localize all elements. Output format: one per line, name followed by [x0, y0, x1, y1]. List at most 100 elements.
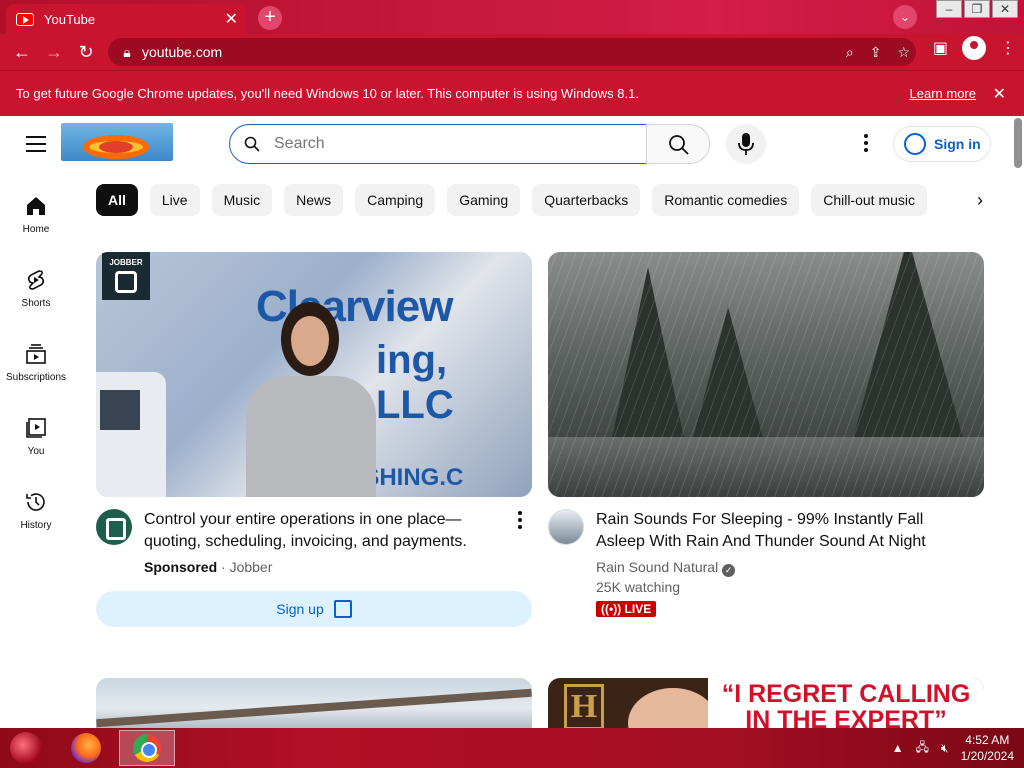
start-button[interactable]	[10, 732, 42, 764]
chip-news[interactable]: News	[284, 184, 344, 216]
thumbnail-brand-text-2: ing, LLC	[376, 338, 454, 427]
home-icon	[27, 197, 45, 215]
page-scrollbar[interactable]	[1014, 118, 1022, 168]
chevron-right-icon[interactable]: ›	[964, 184, 996, 216]
youtube-doodle-logo[interactable]	[61, 123, 173, 161]
filter-chips: All Live Music News Camping Gaming Quart…	[96, 184, 996, 216]
sign-in-label: Sign in	[934, 136, 981, 152]
firefox-icon	[71, 733, 101, 763]
live-broadcast-icon: ((•))	[601, 602, 625, 616]
address-bar[interactable]: 🔒︎ youtube.com ⌕ ⇪ ☆	[108, 38, 916, 66]
tab-strip: YouTube ✕ + ⌄ – ❐ ✕	[0, 0, 1024, 34]
channel-avatar[interactable]	[548, 509, 584, 545]
browser-toolbar: ← → ↻ 🔒︎ youtube.com ⌕ ⇪ ☆ ▣ ⋮	[0, 34, 1024, 70]
channel-name[interactable]: Rain Sound Natural	[596, 559, 718, 575]
channel-avatar[interactable]	[96, 509, 132, 545]
history-icon	[26, 493, 45, 511]
back-arrow-icon[interactable]: ←	[6, 36, 38, 68]
bookmark-star-icon[interactable]: ☆	[897, 44, 910, 61]
system-tray: ▲ 🖧︎ 🔇︎ 4:52 AM 1/20/2024	[892, 730, 1014, 766]
mini-guide: Home Shorts Subscriptions You History	[0, 180, 72, 550]
presenter-figure	[246, 292, 376, 497]
more-actions-icon[interactable]	[514, 511, 526, 532]
rail-item-subscriptions[interactable]: Subscriptions	[0, 328, 72, 402]
rail-item-shorts[interactable]: Shorts	[0, 254, 72, 328]
chip-music[interactable]: Music	[211, 184, 273, 216]
rail-label-history: History	[20, 520, 52, 531]
tab-search-chevron-icon[interactable]: ⌄	[893, 5, 917, 29]
history-channel-logo: H	[564, 684, 604, 730]
guide-menu-icon[interactable]	[26, 136, 46, 157]
rail-label-you: You	[27, 446, 45, 457]
rail-item-history[interactable]: History	[0, 476, 72, 550]
rail-label-subscriptions: Subscriptions	[5, 372, 67, 383]
verified-check-icon: ✓	[722, 564, 736, 577]
tab-youtube[interactable]: YouTube ✕	[6, 4, 246, 34]
youtube-favicon-icon	[16, 12, 34, 26]
chrome-menu-icon[interactable]: ⋮	[1000, 38, 1016, 58]
video-meta: Rain Sounds For Sleeping - 99% Instantly…	[548, 497, 984, 618]
ad-byline: Sponsored · Jobber	[144, 559, 273, 575]
sign-up-button[interactable]: Sign up	[96, 591, 532, 627]
clock[interactable]: 4:52 AM 1/20/2024	[961, 732, 1014, 764]
video-title[interactable]: Control your entire operations in one pl…	[144, 509, 504, 553]
forward-arrow-icon[interactable]: →	[38, 36, 70, 68]
learn-more-link[interactable]: Learn more	[910, 86, 976, 101]
windows-taskbar: ▲ 🖧︎ 🔇︎ 4:52 AM 1/20/2024	[0, 728, 1024, 768]
toolbar-right: ▣ ⋮	[933, 36, 1016, 60]
lock-icon[interactable]: 🔒︎	[120, 44, 134, 61]
rail-item-home[interactable]: Home	[0, 180, 72, 254]
reload-icon[interactable]: ↻	[70, 36, 102, 68]
search-input[interactable]	[274, 135, 614, 153]
clock-date: 1/20/2024	[960, 749, 1014, 763]
share-icon[interactable]: ⇪	[870, 44, 882, 61]
chip-live[interactable]: Live	[149, 184, 200, 216]
microphone-icon	[738, 133, 754, 155]
voice-search-button[interactable]	[726, 124, 766, 164]
search-button-icon	[669, 135, 689, 155]
window-controls: – ❐ ✕	[936, 0, 1018, 18]
taskbar-firefox[interactable]	[58, 730, 114, 766]
chip-camping[interactable]: Camping	[355, 184, 436, 216]
url-text[interactable]: youtube.com	[142, 44, 222, 60]
chip-chill-out-music[interactable]: Chill-out music	[811, 184, 928, 216]
search-lens-icon[interactable]: ⌕	[846, 44, 854, 61]
rail-label-shorts: Shorts	[21, 298, 51, 309]
account-circle-icon	[904, 133, 926, 155]
tab-close-icon[interactable]: ✕	[225, 9, 238, 29]
clock-time: 4:52 AM	[965, 733, 1010, 747]
rail-item-you[interactable]: You	[0, 402, 72, 476]
subscriptions-icon	[26, 344, 46, 364]
network-icon[interactable]: 🖧︎	[916, 738, 929, 759]
sponsored-label: Sponsored	[144, 559, 218, 575]
chip-gaming[interactable]: Gaming	[447, 184, 521, 216]
sign-up-label: Sign up	[276, 601, 324, 617]
window-close-button[interactable]: ✕	[992, 0, 1018, 18]
sign-in-button[interactable]: Sign in	[893, 126, 991, 162]
chip-quarterbacks[interactable]: Quarterbacks	[532, 184, 641, 216]
settings-menu-icon[interactable]	[856, 132, 876, 156]
minimize-button[interactable]: –	[936, 0, 962, 18]
video-title[interactable]: Rain Sounds For Sleeping - 99% Instantly…	[596, 509, 956, 553]
chrome-icon	[133, 734, 161, 762]
infobar-message: To get future Google Chrome updates, you…	[16, 86, 639, 101]
search-box[interactable]	[229, 124, 647, 164]
external-link-icon	[333, 600, 352, 618]
search-button[interactable]	[646, 124, 710, 164]
search-icon	[244, 136, 260, 152]
new-tab-button[interactable]: +	[258, 6, 282, 30]
taskbar-chrome[interactable]	[119, 730, 175, 766]
jobber-logo: JOBBER	[102, 252, 150, 300]
infobar-close-icon[interactable]: ✕	[993, 84, 1006, 104]
chip-romantic-comedies[interactable]: Romantic comedies	[652, 184, 800, 216]
chip-all[interactable]: All	[96, 184, 138, 216]
restore-button[interactable]: ❐	[964, 0, 990, 18]
profile-avatar-icon[interactable]	[962, 36, 986, 60]
channel-name[interactable]: Jobber	[230, 559, 273, 575]
video-thumbnail[interactable]: Clearview ing, LLC ASHING.C JOBBER	[96, 252, 532, 497]
video-meta: Control your entire operations in one pl…	[96, 497, 532, 577]
video-thumbnail[interactable]	[548, 252, 984, 497]
volume-muted-icon[interactable]: 🔇︎	[941, 741, 949, 756]
tray-overflow-icon[interactable]: ▲	[892, 741, 904, 755]
side-panel-icon[interactable]: ▣	[933, 38, 948, 58]
